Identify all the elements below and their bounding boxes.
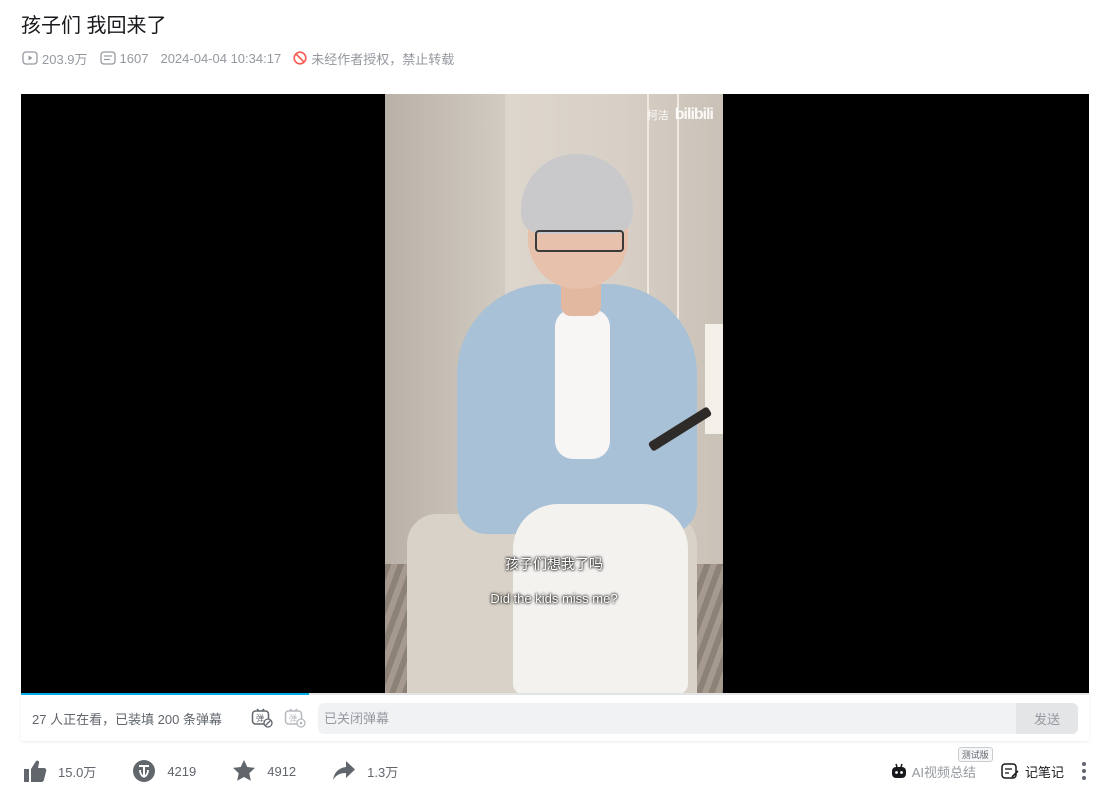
copyright-notice: 未经作者授权，禁止转载 (293, 49, 454, 68)
favorite-count: 4912 (267, 763, 297, 779)
video-title: 孩子们 我回来了 (21, 15, 167, 37)
watermark-author: 柯洁 (646, 110, 669, 122)
view-count-value: 203.9万 (42, 51, 88, 67)
danmaku-bar: 27 人正在看，已装填 200 条弹幕 弹 弹 发送 (21, 695, 1089, 741)
subtitle-chinese: 孩子们想我了吗 (505, 556, 603, 572)
ai-summary-button[interactable]: 测试版 AI视频总结 (890, 746, 993, 781)
video-player[interactable]: 柯洁 bilibili 孩子们想我了吗 Did the kids miss me… (21, 94, 1089, 694)
subtitle-english: Did the kids miss me? (490, 591, 618, 606)
robot-icon (891, 763, 906, 778)
star-icon (233, 760, 256, 781)
danmaku-settings-button[interactable]: 弹 (282, 707, 308, 729)
beta-badge: 测试版 (957, 746, 993, 762)
notes-icon (1001, 763, 1019, 779)
coin-button[interactable]: 4219 (131, 758, 196, 784)
video-meta: 203.9万 1607 2024-04-04 10:34:17 未经作者授权，禁… (22, 48, 466, 68)
svg-text:弹: 弹 (256, 713, 264, 723)
coin-count: 4219 (167, 763, 197, 779)
danmaku-input[interactable] (318, 709, 1006, 727)
take-notes-button[interactable]: 记笔记 (1000, 762, 1064, 781)
video-frame: 柯洁 bilibili 孩子们想我了吗 Did the kids miss me… (385, 94, 723, 694)
danmaku-settings-icon: 弹 (284, 708, 306, 728)
bilibili-logo: bilibili (674, 106, 714, 123)
take-notes-label: 记笔记 (1024, 764, 1064, 780)
coin-icon (133, 760, 156, 782)
thumbs-up-icon (24, 760, 47, 782)
publish-time: 2024-04-04 10:34:17 (160, 50, 282, 66)
video-toolbar: 15.0万 4219 4912 1.3万 (22, 757, 433, 785)
right-toolbar: 测试版 AI视频总结 记笔记 (890, 746, 1088, 785)
share-button[interactable]: 1.3万 (331, 758, 398, 784)
danmaku-toggle-button[interactable]: 弹 (249, 707, 275, 729)
danmaku-count-value: 1607 (119, 50, 149, 66)
video-watermark: 柯洁 bilibili (646, 106, 714, 124)
more-dots-icon (1082, 762, 1086, 766)
play-count-icon (22, 51, 38, 65)
like-count: 15.0万 (58, 764, 97, 780)
send-button[interactable]: 发送 (1016, 702, 1078, 734)
favorite-button[interactable]: 4912 (231, 758, 296, 784)
danmaku-count: 1607 (99, 50, 149, 66)
share-count: 1.3万 (367, 764, 399, 780)
danmaku-icon (99, 51, 116, 65)
more-options-button[interactable] (1080, 762, 1088, 780)
ai-summary-label: AI视频总结 (911, 764, 976, 780)
view-count: 203.9万 (22, 49, 88, 68)
svg-text:弹: 弹 (289, 713, 297, 723)
copyright-notice-text: 未经作者授权，禁止转载 (311, 51, 455, 67)
like-button[interactable]: 15.0万 (22, 758, 96, 784)
danmaku-status: 27 人正在看，已装填 200 条弹幕 (32, 711, 222, 727)
danmaku-input-wrapper: 发送 (318, 702, 1078, 734)
share-arrow-icon (333, 761, 356, 780)
danmaku-off-icon: 弹 (251, 708, 273, 728)
prohibited-icon (293, 51, 307, 65)
